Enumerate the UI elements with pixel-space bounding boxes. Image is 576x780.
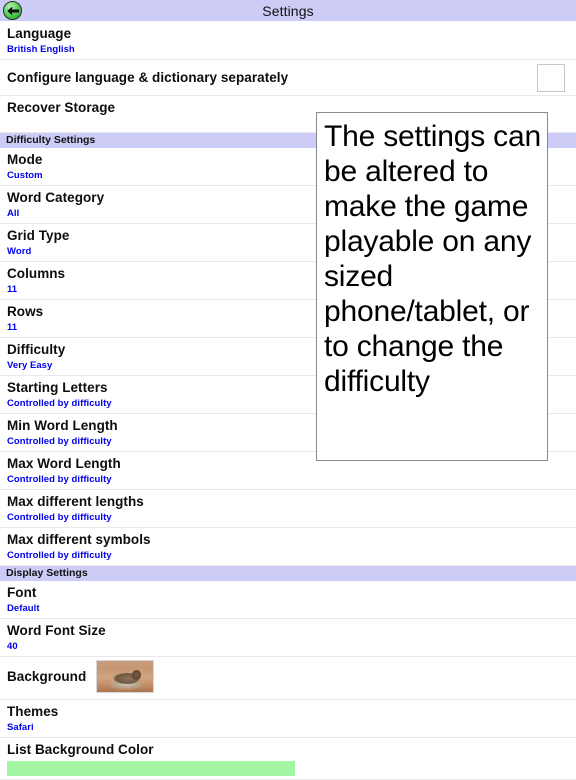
setting-value: British English (7, 44, 75, 55)
setting-row-configure-language-separately[interactable]: Configure language & dictionary separate… (0, 60, 576, 96)
list-background-color-swatch[interactable] (7, 761, 295, 776)
back-button[interactable] (3, 1, 22, 20)
title-bar: Settings (0, 0, 576, 22)
configure-language-checkbox[interactable] (537, 63, 565, 92)
setting-row-list-background-color[interactable]: List Background Color (0, 738, 576, 780)
setting-value: Default (7, 603, 40, 614)
setting-row-background[interactable]: Background (0, 657, 576, 700)
setting-label: Background (7, 669, 87, 684)
setting-row-themes[interactable]: Themes Safari (0, 700, 576, 738)
setting-label: List Background Color (7, 742, 154, 757)
setting-value: Controlled by difficulty (7, 512, 112, 523)
setting-value: Controlled by difficulty (7, 550, 112, 561)
setting-label: Word Font Size (7, 623, 106, 638)
setting-row-word-font-size[interactable]: Word Font Size 40 (0, 619, 576, 657)
back-arrow-icon (6, 6, 20, 16)
setting-row-max-different-symbols[interactable]: Max different symbols Controlled by diff… (0, 528, 576, 566)
setting-row-max-different-lengths[interactable]: Max different lengths Controlled by diff… (0, 490, 576, 528)
callout-text: The settings can be altered to make the … (324, 120, 541, 398)
setting-value: Safari (7, 722, 34, 733)
setting-row-font[interactable]: Font Default (0, 581, 576, 619)
setting-row-language[interactable]: Language British English (0, 22, 576, 60)
page-title: Settings (262, 2, 314, 19)
setting-value: Controlled by difficulty (7, 474, 112, 485)
setting-label: Configure language & dictionary separate… (7, 70, 289, 85)
section-header-display-settings: Display Settings (0, 566, 576, 581)
setting-label: Language (7, 26, 72, 41)
setting-label: Max different symbols (7, 532, 151, 547)
setting-label: Max different lengths (7, 494, 144, 509)
setting-label: Font (7, 585, 37, 600)
safari-animal-thumbnail[interactable] (96, 660, 155, 693)
setting-value: 40 (7, 641, 18, 652)
callout-tooltip: The settings can be altered to make the … (316, 112, 548, 461)
setting-label: Themes (7, 704, 59, 719)
